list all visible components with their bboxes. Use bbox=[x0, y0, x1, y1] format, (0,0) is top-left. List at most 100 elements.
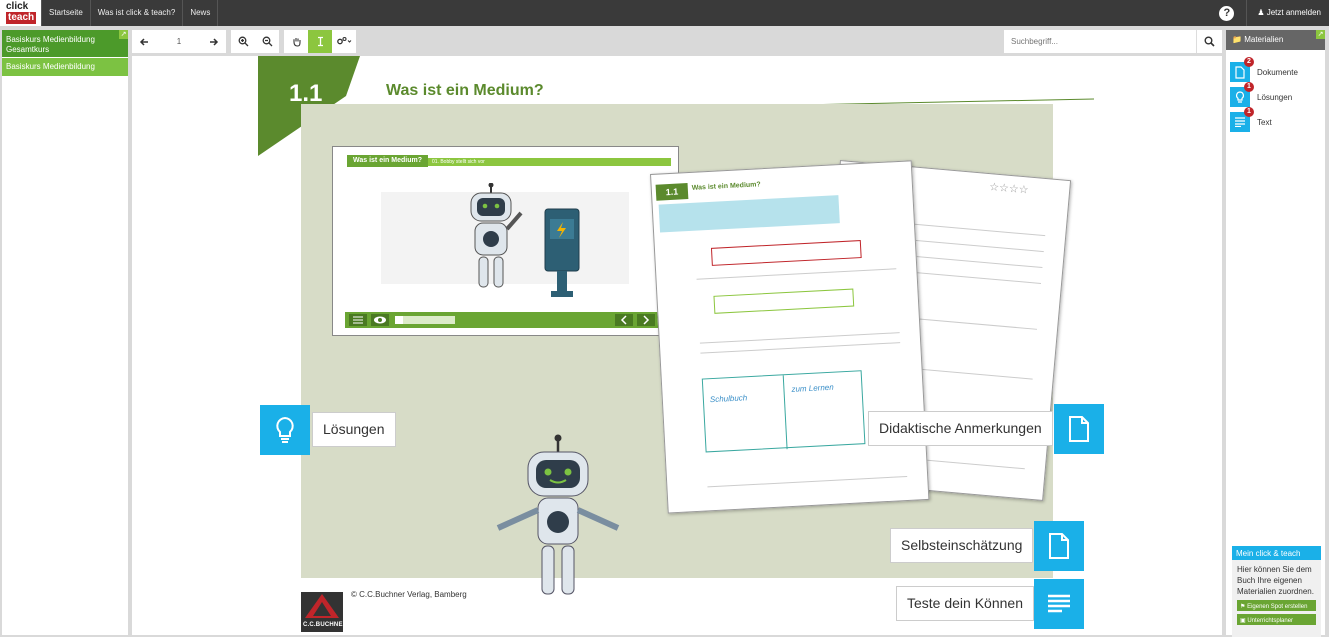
zoom-in-button[interactable] bbox=[231, 30, 255, 53]
planner-icon: ▣ bbox=[1240, 618, 1246, 624]
selbst-spot-button[interactable] bbox=[1034, 521, 1084, 571]
chevron-left-icon[interactable] bbox=[615, 314, 633, 326]
teste-spot-label[interactable]: Teste dein Können bbox=[896, 586, 1034, 621]
material-label: Text bbox=[1257, 117, 1272, 127]
screen-bar: 01. Bobby stellt sich vor bbox=[428, 158, 671, 166]
speech-box-2 bbox=[713, 288, 855, 314]
material-loesungen[interactable]: 1 Lösungen bbox=[1230, 82, 1320, 107]
document-icon bbox=[1069, 416, 1089, 442]
handwriting-2: zum Lernen bbox=[791, 382, 834, 394]
doc-title: Was ist ein Medium? bbox=[691, 181, 761, 192]
doc-chapter-number: 1.1 bbox=[655, 183, 689, 201]
didaktik-spot-label[interactable]: Didaktische Anmerkungen bbox=[868, 411, 1053, 446]
gears-icon bbox=[337, 36, 352, 45]
top-right: ? ♟ Jetzt anmelden bbox=[1219, 0, 1329, 26]
sidebar-item-basiskurs[interactable]: Basiskurs Medienbildung bbox=[2, 58, 128, 76]
progress-track[interactable] bbox=[395, 316, 455, 324]
materials-title: Materialien bbox=[1244, 35, 1284, 44]
zoom-group bbox=[231, 30, 279, 53]
badge-count: 1 bbox=[1244, 82, 1254, 92]
worksheet-page-front: 1.1 Was ist ein Medium? Schulbuch zum Le… bbox=[650, 160, 930, 514]
publisher-name: C.C.BUCHNER bbox=[303, 622, 348, 628]
eye-icon[interactable] bbox=[371, 314, 389, 326]
badge-count: 1 bbox=[1244, 107, 1254, 117]
logo-text-teach: teach bbox=[6, 12, 37, 24]
loesungen-spot-button[interactable] bbox=[260, 405, 310, 455]
flag-icon: ⚑ bbox=[1240, 604, 1246, 610]
search-button[interactable] bbox=[1196, 30, 1222, 53]
mct-text: Hier können Sie dem Buch Ihre eigenen Ma… bbox=[1237, 565, 1314, 596]
click-teach-logo[interactable]: click teach bbox=[0, 0, 42, 26]
create-spot-button[interactable]: ⚑ Eigenen Spot erstellen bbox=[1237, 600, 1316, 611]
sidebar-item-gesamtkurs[interactable]: Basiskurs Medienbildung Gesamtkurs ↗ bbox=[2, 30, 128, 57]
star-rating-icon: ☆☆☆☆ bbox=[989, 180, 1029, 196]
folder-icon: 📁 bbox=[1232, 35, 1242, 44]
expand-icon[interactable]: ↗ bbox=[119, 30, 128, 39]
nav-news[interactable]: News bbox=[183, 0, 219, 26]
publisher-logo-mark bbox=[305, 594, 339, 618]
mct-header: Mein click & teach bbox=[1232, 546, 1321, 560]
zoom-out-icon bbox=[262, 36, 272, 47]
top-nav: Startseite Was ist click & teach? News bbox=[42, 0, 219, 26]
material-dokumente[interactable]: 2 Dokumente bbox=[1230, 57, 1320, 82]
text-icon bbox=[1048, 594, 1070, 613]
copyright-text: © C.C.Buchner Verlag, Bamberg bbox=[351, 590, 467, 599]
help-icon[interactable]: ? bbox=[1219, 5, 1235, 21]
next-page-button[interactable] bbox=[202, 30, 226, 53]
lesson-planner-button[interactable]: ▣ Unterrichtsplaner bbox=[1237, 614, 1316, 625]
login-button[interactable]: ♟ Jetzt anmelden bbox=[1246, 0, 1329, 26]
text-cursor-icon bbox=[317, 36, 323, 47]
player-controls bbox=[345, 312, 667, 328]
page-number-input[interactable]: 1 bbox=[156, 30, 202, 53]
materials-header[interactable]: 📁 Materialien ↗ bbox=[1226, 30, 1325, 50]
screen-title: Was ist ein Medium? bbox=[347, 155, 428, 167]
prev-page-button[interactable] bbox=[132, 30, 156, 53]
top-bar: click teach Startseite Was ist click & t… bbox=[0, 0, 1329, 26]
badge-count: 2 bbox=[1244, 57, 1254, 67]
logo-text-click: click bbox=[6, 1, 29, 12]
material-text[interactable]: 1 Text bbox=[1230, 107, 1320, 132]
robot-illustration bbox=[496, 434, 620, 595]
tool-group bbox=[284, 30, 356, 53]
text-icon: 1 bbox=[1230, 107, 1254, 132]
text-select-button[interactable] bbox=[308, 30, 332, 53]
svg-text:☆☆☆☆: ☆☆☆☆ bbox=[989, 180, 1029, 196]
nav-startseite[interactable]: Startseite bbox=[42, 0, 91, 26]
document-icon bbox=[1049, 533, 1069, 559]
document-icon: 2 bbox=[1230, 57, 1254, 82]
search-input[interactable] bbox=[1004, 30, 1196, 53]
expand-icon[interactable]: ↗ bbox=[1316, 30, 1325, 39]
nav-was-ist-click-teach[interactable]: Was ist click & teach? bbox=[91, 0, 184, 26]
selbst-spot-label[interactable]: Selbsteinschätzung bbox=[890, 528, 1034, 563]
sidebar-item-label: Basiskurs Medienbildung Gesamtkurs bbox=[6, 35, 95, 54]
handwriting-1: Schulbuch bbox=[709, 393, 748, 405]
lightbulb-icon: 1 bbox=[1230, 82, 1254, 107]
loesungen-spot-label[interactable]: Lösungen bbox=[312, 412, 396, 447]
robot-illustration-small bbox=[470, 183, 523, 288]
settings-dropdown[interactable] bbox=[332, 30, 356, 53]
lesson-planner-label: Unterrichtsplaner bbox=[1247, 618, 1294, 624]
chevron-right-icon[interactable] bbox=[637, 314, 655, 326]
user-icon: ♟ bbox=[1257, 8, 1265, 17]
medium-table: Schulbuch zum Lernen bbox=[701, 370, 866, 453]
page-nav-group: 1 bbox=[132, 30, 226, 53]
hand-tool-button[interactable] bbox=[284, 30, 308, 53]
book-viewer[interactable]: 1.1 Was ist ein Medium? Was ist ein Medi… bbox=[132, 56, 1222, 635]
charging-station-illustration bbox=[544, 208, 580, 297]
arrow-right-icon bbox=[210, 37, 219, 46]
teste-spot-button[interactable] bbox=[1034, 579, 1084, 629]
hand-icon bbox=[292, 38, 301, 47]
zoom-out-button[interactable] bbox=[255, 30, 279, 53]
animation-screenshot: Was ist ein Medium? 01. Bobby stellt sic… bbox=[332, 146, 679, 336]
viewer-toolbar: 1 bbox=[132, 30, 1222, 53]
right-sidebar: 📁 Materialien ↗ 2 Dokumente 1 Lösungen 1… bbox=[1226, 30, 1325, 637]
left-sidebar: Basiskurs Medienbildung Gesamtkurs ↗ Bas… bbox=[2, 30, 128, 635]
material-label: Dokumente bbox=[1257, 67, 1298, 77]
sidebar-item-label: Basiskurs Medienbildung bbox=[6, 62, 95, 71]
search-box bbox=[1004, 30, 1222, 53]
didaktik-spot-button[interactable] bbox=[1054, 404, 1104, 454]
chapter-title: Was ist ein Medium? bbox=[386, 82, 544, 99]
login-label: Jetzt anmelden bbox=[1266, 8, 1321, 17]
zoom-in-icon bbox=[238, 36, 248, 47]
material-label: Lösungen bbox=[1257, 92, 1293, 102]
